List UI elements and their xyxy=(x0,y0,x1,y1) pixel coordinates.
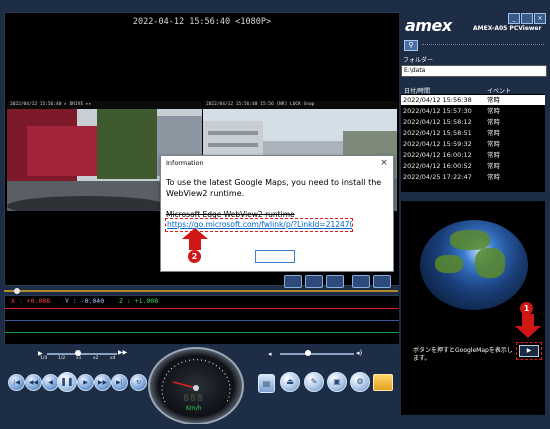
volume-slider-thumb[interactable] xyxy=(305,350,311,356)
first-file-icon[interactable]: |◀ xyxy=(8,374,25,391)
folder-path-field[interactable]: E:\data xyxy=(401,65,547,77)
event-row[interactable]: 2022/04/12 16:00:52 常時 xyxy=(401,161,545,171)
event-row[interactable]: 2022/04/12 15:59:32 常時 xyxy=(401,139,545,149)
prev-file-icon[interactable]: ◀◀ xyxy=(25,374,42,391)
search-icon[interactable]: ⚲ xyxy=(404,40,418,51)
loop-icon[interactable]: ↻ xyxy=(130,374,147,391)
dual-view-button[interactable] xyxy=(305,275,323,288)
callout-badge-one: 1 xyxy=(520,302,533,315)
folder-label: フォルダー xyxy=(403,57,434,64)
mirror-button[interactable] xyxy=(352,275,370,288)
speed-label: x2 xyxy=(93,356,99,361)
arrow-down-icon xyxy=(515,314,541,338)
gsensor-x-label: X : +0.088 xyxy=(11,297,51,305)
minimize-button[interactable]: _ xyxy=(508,13,520,24)
pause-button[interactable]: ❚❚ xyxy=(57,372,77,392)
tools-icon[interactable]: ✎ xyxy=(304,372,324,392)
arrow-up-icon xyxy=(182,228,208,250)
settings-icon[interactable]: ⚙ xyxy=(350,372,370,392)
folder-icon[interactable] xyxy=(373,374,393,391)
single-view-button[interactable] xyxy=(284,275,302,288)
speed-label: 1/2 xyxy=(58,356,66,361)
globe-image xyxy=(420,220,528,310)
globe-land xyxy=(435,255,463,273)
close-button[interactable]: × xyxy=(534,13,546,24)
speed-label: x1 xyxy=(76,356,82,361)
divider xyxy=(422,44,544,46)
app-model-name: AMEX-A05 PCViewer xyxy=(473,25,542,32)
video-timestamp: 2022-04-12 15:56:40 <1080P> xyxy=(132,17,272,27)
save-icon[interactable]: ▣ xyxy=(327,372,347,392)
event-row[interactable]: 2022/04/12 15:58:51 常時 xyxy=(401,128,545,138)
event-row[interactable]: 2022/04/12 16:00:12 常時 xyxy=(401,150,545,160)
timeline-handle[interactable] xyxy=(14,288,20,294)
next-file-icon[interactable]: ▶▶ xyxy=(94,374,111,391)
dialog-ok-button[interactable] xyxy=(255,250,295,263)
callout-badge-two: 2 xyxy=(188,250,201,263)
event-row[interactable]: 2022/04/12 15:57:30 常時 xyxy=(401,106,545,116)
dialog-close-icon[interactable]: × xyxy=(377,157,391,170)
map-button-highlight xyxy=(516,342,542,360)
gsensor-z-line xyxy=(5,332,399,333)
eject-icon[interactable]: ⏏ xyxy=(280,372,300,392)
volume-low-icon: ◂ xyxy=(268,350,272,358)
speedometer-gauge xyxy=(148,347,244,424)
event-row[interactable]: 2022/04/12 15:58:12 常時 xyxy=(401,117,545,127)
speed-slider-track[interactable] xyxy=(47,353,117,355)
amex-logo: amex xyxy=(405,16,452,35)
timeline-bar[interactable] xyxy=(4,290,398,292)
event-row[interactable]: 2022/04/12 15:56:38 常時 xyxy=(401,95,545,105)
play-icon[interactable]: ▶ xyxy=(77,374,94,391)
film-icon[interactable]: ▤ xyxy=(258,374,275,393)
play-fast-icon[interactable]: ▶▶ xyxy=(118,349,127,356)
gsensor-graph: X : +0.088 Y : -0.040 Z : +1.008 xyxy=(4,295,400,345)
rotate-button[interactable] xyxy=(373,275,391,288)
gsensor-y-label: Y : -0.040 xyxy=(65,297,105,305)
event-row[interactable]: 2022/04/25 17:22:47 常時 xyxy=(401,172,545,182)
gsensor-y-line xyxy=(5,320,399,321)
dialog-title: Information xyxy=(166,159,204,167)
speed-readout: 888 xyxy=(183,393,205,404)
map-hint-text: ボタンを押すとGoogleMapを表示します。 xyxy=(413,347,513,362)
globe-land xyxy=(475,248,505,278)
gsensor-z-label: Z : +1.008 xyxy=(119,297,159,305)
app-window: 2022-04-12 15:56:40 <1080P> 2022/04/12 1… xyxy=(0,0,550,429)
speed-label: 1/4 xyxy=(40,356,48,361)
last-file-icon[interactable]: ▶| xyxy=(111,374,128,391)
volume-high-icon: ◂) xyxy=(356,349,363,357)
gsensor-x-line xyxy=(5,308,399,309)
maximize-button[interactable] xyxy=(521,13,533,24)
speed-label: x4 xyxy=(110,356,116,361)
globe-land xyxy=(450,230,490,250)
speed-unit: Km/h xyxy=(186,405,202,412)
dialog-message: To use the latest Google Maps, you need … xyxy=(166,178,382,198)
pip-view-button[interactable] xyxy=(326,275,344,288)
volume-slider-track[interactable] xyxy=(280,353,354,355)
event-list[interactable]: 2022/04/12 15:56:38 常時 2022/04/12 15:57:3… xyxy=(401,94,545,192)
